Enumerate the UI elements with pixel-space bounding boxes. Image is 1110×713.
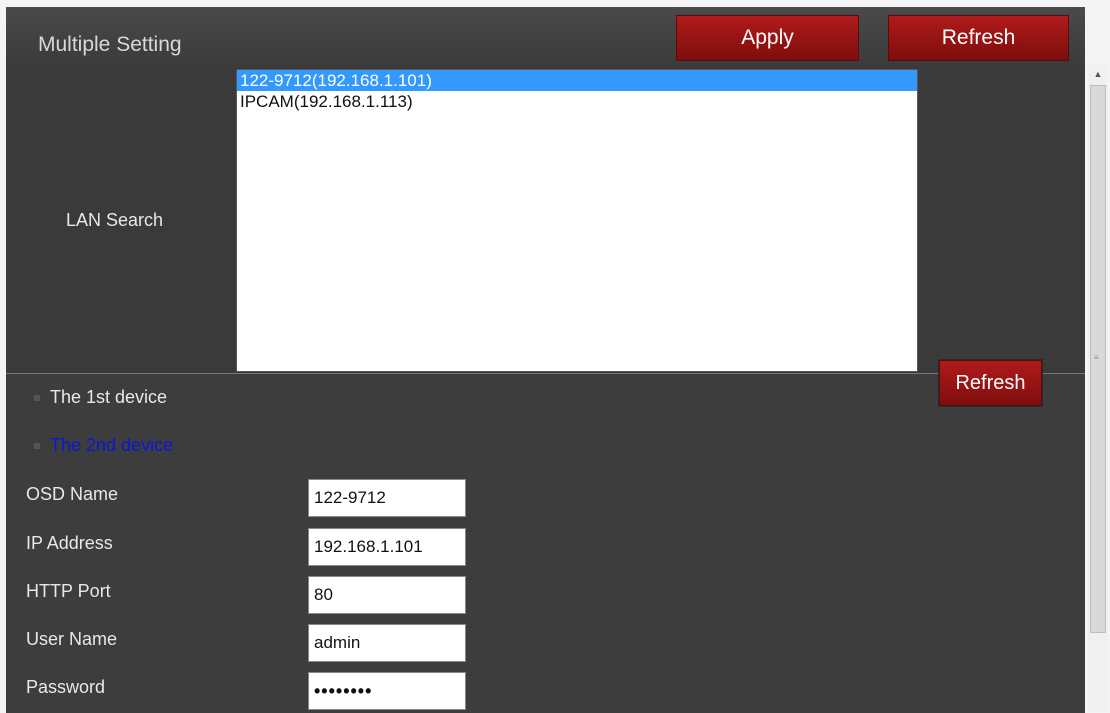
lan-device-item[interactable]: IPCAM(192.168.1.113)	[237, 91, 917, 112]
multiple-setting-panel: Multiple Setting Apply Refresh LAN Searc…	[6, 7, 1085, 713]
lan-device-item[interactable]: 122-9712(192.168.1.101)	[237, 70, 917, 91]
square-bullet-icon	[34, 395, 40, 402]
http-port-label: HTTP Port	[26, 581, 111, 601]
lan-refresh-button[interactable]: Refresh	[939, 360, 1042, 406]
lan-device-list[interactable]: 122-9712(192.168.1.101) IPCAM(192.168.1.…	[236, 69, 918, 372]
user-name-field[interactable]	[308, 624, 466, 662]
device-item-2nd[interactable]: The 2nd device	[34, 435, 173, 456]
square-bullet-icon	[34, 443, 40, 450]
osd-name-label: OSD Name	[26, 484, 119, 504]
refresh-button[interactable]: Refresh	[888, 15, 1069, 61]
password-label: Password	[26, 677, 106, 697]
apply-button[interactable]: Apply	[676, 15, 859, 61]
http-port-field[interactable]	[308, 576, 466, 614]
device-item-1st[interactable]: The 1st device	[34, 387, 167, 408]
vertical-scrollbar[interactable]: ▲ ≡	[1088, 63, 1108, 711]
header-bar: Multiple Setting Apply Refresh	[6, 7, 1085, 69]
lan-search-row: LAN Search 122-9712(192.168.1.101) IPCAM…	[6, 69, 1085, 406]
device-label: The 1st device	[50, 387, 168, 407]
ip-address-label: IP Address	[26, 533, 113, 553]
triangle-up-icon[interactable]: ▲	[1088, 63, 1108, 85]
grip-icon: ≡	[1094, 353, 1099, 362]
ip-address-field[interactable]	[308, 528, 466, 566]
scroll-thumb[interactable]: ≡	[1090, 85, 1106, 633]
user-name-label: User Name	[26, 629, 118, 649]
osd-name-field[interactable]	[308, 479, 466, 517]
lan-search-label: LAN Search	[66, 210, 164, 230]
page-title: Multiple Setting	[38, 33, 182, 56]
password-field[interactable]	[308, 672, 466, 710]
device-label: The 2nd device	[50, 435, 174, 455]
